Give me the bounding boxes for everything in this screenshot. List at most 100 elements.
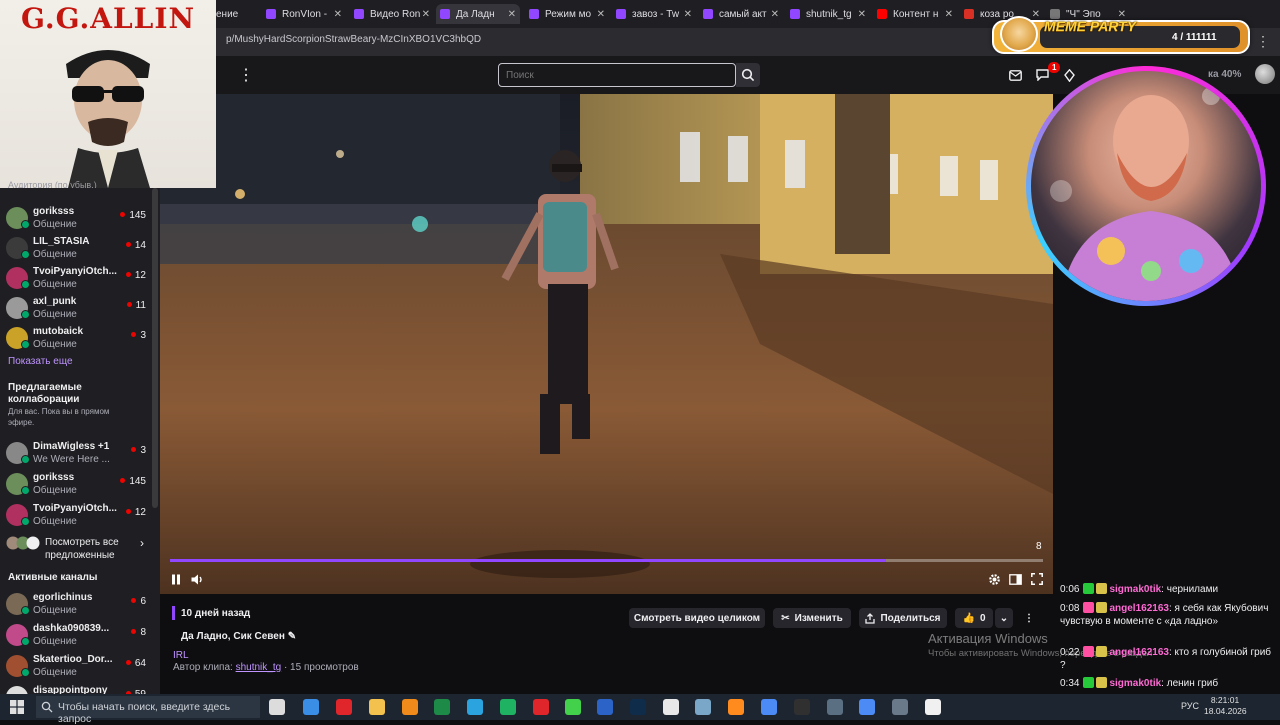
edit-button[interactable]: ✂ Изменить [773, 608, 851, 628]
settings-button[interactable] [986, 571, 1002, 587]
browser-tab[interactable]: Контент н ✕ [873, 4, 957, 24]
tab-favicon-icon [964, 9, 974, 19]
tab-close-icon[interactable]: ✕ [771, 9, 779, 20]
dislike-dropdown[interactable]: ⌄ [995, 608, 1013, 628]
left-webcam-overlay: G.G.ALLIN Аудитория (по убыв.) [0, 0, 216, 188]
channel-category: Общение [33, 339, 77, 350]
inbox-icon[interactable] [1007, 67, 1023, 83]
category-link[interactable]: IRL [173, 650, 189, 661]
sidebar-channel[interactable]: goriksss Общение 145 [6, 471, 154, 499]
tab-close-icon[interactable]: ✕ [597, 9, 605, 20]
chat-username[interactable]: angel162163 [1109, 603, 1169, 614]
edit-title-icon[interactable]: ✎ [288, 631, 296, 642]
word-icon[interactable] [597, 699, 613, 715]
channel-category: We Were Here ... [33, 454, 110, 465]
sidebar-channel[interactable]: Skatertioo_Dor... Общение 64 [6, 653, 154, 681]
live-indicator-icon [21, 486, 30, 495]
theatre-mode-button[interactable] [1007, 571, 1023, 587]
tab-close-icon[interactable]: ✕ [334, 9, 342, 20]
more-options-button[interactable]: ⋮ [1021, 608, 1037, 628]
app-icon[interactable] [892, 699, 908, 715]
tab-close-icon[interactable]: ✕ [1032, 9, 1040, 20]
explorer-icon[interactable] [369, 699, 385, 715]
capcut-icon[interactable] [925, 699, 941, 715]
yandex-icon[interactable] [663, 699, 679, 715]
sidebar-channel[interactable]: dashka090839... Общение 8 [6, 622, 154, 650]
sidebar-channel[interactable]: DimaWigless +1 We Were Here ... 3 [6, 440, 154, 468]
more-menu-icon[interactable]: ⋮ [238, 65, 254, 85]
tab-close-icon[interactable]: ✕ [945, 9, 953, 20]
streamer-icon[interactable] [565, 699, 581, 715]
channel-name: Skatertioo_Dor... [33, 654, 113, 665]
photoshop-icon[interactable] [630, 699, 646, 715]
clock[interactable]: 8:21:01 18.04.2026 [1204, 695, 1247, 717]
opera-icon[interactable] [336, 699, 352, 715]
search-button[interactable] [736, 63, 760, 87]
notes-icon[interactable] [695, 699, 711, 715]
sidebar-channel[interactable]: disappointpony59 [6, 684, 154, 694]
channel-name: goriksss [33, 472, 75, 483]
chat-username[interactable]: sigmak0tik [1109, 584, 1161, 595]
windows-start-icon[interactable] [10, 700, 24, 714]
progress-bar[interactable] [170, 559, 1043, 562]
sheets-icon[interactable] [500, 699, 516, 715]
chat-username[interactable]: angel162163 [1109, 647, 1169, 658]
sidebar-channel[interactable]: goriksss Общение 145 [6, 205, 154, 233]
video-player[interactable]: 8 [160, 94, 1053, 594]
watch-full-video-button[interactable]: Смотреть видео целиком [629, 608, 765, 628]
sidebar-channel[interactable]: egorlichinus Общение 6 [6, 591, 154, 619]
sidebar-channel[interactable]: mutobaick Общение 3 [6, 325, 154, 353]
tab-close-icon[interactable]: ✕ [422, 9, 430, 20]
sidebar-channel[interactable]: axl_punk Общение 11 [6, 295, 154, 323]
fullscreen-button[interactable] [1029, 571, 1045, 587]
gear-icon [988, 573, 1000, 585]
chrome-icon[interactable] [859, 699, 875, 715]
input-language[interactable]: РУС [1181, 701, 1199, 711]
live-indicator-icon [21, 220, 30, 229]
chrome-icon[interactable] [761, 699, 777, 715]
browser-tab[interactable]: RonVIon - ✕ [262, 4, 346, 24]
share-button[interactable]: Поделиться [859, 608, 947, 628]
live-indicator-icon [21, 280, 30, 289]
chevron-down-icon: ⌄ [999, 612, 1009, 624]
user-avatar[interactable] [1255, 64, 1275, 84]
view-count: · 15 просмотров [283, 662, 359, 673]
browser-tab[interactable]: shutnik_tg ✕ [786, 4, 870, 24]
search-input[interactable] [498, 63, 736, 87]
edit-label: Изменить [794, 612, 843, 624]
bits-icon[interactable] [1061, 67, 1077, 83]
task-view-icon[interactable] [269, 699, 285, 715]
channel-name: TvoiPyanyiOtch... [33, 503, 117, 514]
sidebar-channel[interactable]: LIL_STASIA Общение 14 [6, 235, 154, 263]
browser-tab[interactable]: Режим мо ✕ [525, 4, 609, 24]
chat-username[interactable]: sigmak0tik [1109, 678, 1161, 689]
see-all-suggested[interactable]: Посмотреть все предложенные › [6, 534, 154, 562]
browser-tab[interactable]: Да Ладн ✕ [436, 4, 520, 24]
sidebar-channel[interactable]: TvoiPyanyiOtch... Общение 12 [6, 502, 154, 530]
author-link[interactable]: shutnik_tg [236, 662, 282, 673]
show-more-link[interactable]: Показать еще [8, 356, 73, 367]
opera-gx-icon[interactable] [533, 699, 549, 715]
browser-menu-icon[interactable]: ⋮ [1256, 33, 1270, 50]
url-text[interactable]: p/MushyHardScorpionStrawBeary-MzCInXBO1V… [226, 34, 481, 45]
browser-tab[interactable]: самый акт ✕ [699, 4, 783, 24]
excel-like-icon[interactable] [434, 699, 450, 715]
tab-close-icon[interactable]: ✕ [508, 9, 516, 20]
volume-button[interactable] [189, 571, 205, 587]
browser-tab[interactable]: завоз - Tw ✕ [612, 4, 696, 24]
app-icon[interactable] [827, 699, 843, 715]
browser-tab[interactable]: Видео Ron ✕ [350, 4, 434, 24]
telegram-icon[interactable] [467, 699, 483, 715]
store-icon[interactable] [303, 699, 319, 715]
tab-close-icon[interactable]: ✕ [684, 9, 692, 20]
live-indicator-icon [21, 517, 30, 526]
vlc-icon[interactable] [402, 699, 418, 715]
streamer-webcam [1031, 71, 1261, 301]
pause-button[interactable] [168, 571, 184, 587]
firefox-icon[interactable] [728, 699, 744, 715]
tab-close-icon[interactable]: ✕ [858, 9, 866, 20]
taskbar-search[interactable]: Чтобы начать поиск, введите здесь запрос [36, 696, 260, 725]
like-button[interactable]: 👍 0 [955, 608, 993, 628]
obs-icon[interactable] [794, 699, 810, 715]
sidebar-channel[interactable]: TvoiPyanyiOtch... Общение 12 [6, 265, 154, 293]
